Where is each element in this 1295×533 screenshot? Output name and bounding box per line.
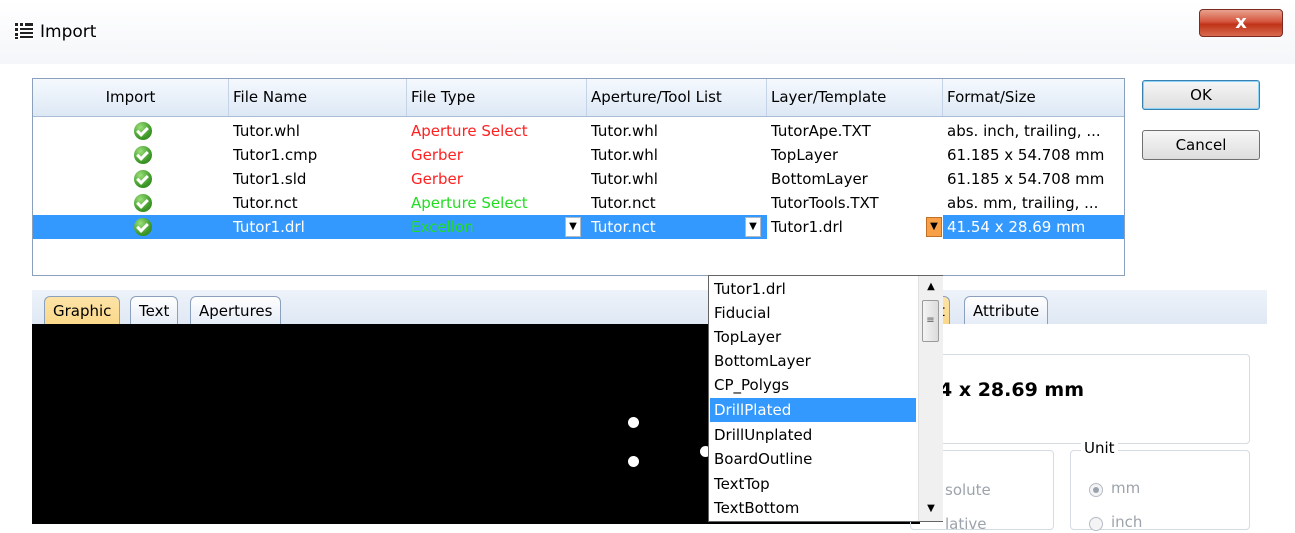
close-icon: x xyxy=(1235,12,1247,33)
unit-group-title: Unit xyxy=(1081,439,1118,457)
tab-text[interactable]: Text xyxy=(130,296,179,324)
check-icon[interactable] xyxy=(134,194,152,212)
unit-group: Unit mm inch xyxy=(1070,439,1250,531)
unit-mm-radio[interactable] xyxy=(1089,483,1103,497)
dropdown-item[interactable]: Tutor1.drl xyxy=(710,277,916,301)
ok-button[interactable]: OK xyxy=(1142,80,1260,110)
tool-list: Tutor.nct xyxy=(591,218,656,236)
check-icon[interactable] xyxy=(134,122,152,140)
header-file-type[interactable]: File Type xyxy=(407,79,587,116)
dropdown-item[interactable]: CP_Polygs xyxy=(710,373,916,397)
close-button[interactable]: x xyxy=(1199,9,1283,37)
size-value: 4 x 28.69 mm xyxy=(939,379,1085,401)
drill-hole xyxy=(628,456,639,467)
tab-graphic[interactable]: Graphic xyxy=(44,296,121,324)
grid-header: Import File Name File Type Aperture/Tool… xyxy=(33,79,1124,117)
file-name: Tutor.nct xyxy=(233,194,298,212)
file-type-dropdown-button[interactable]: ▼ xyxy=(565,217,581,237)
dropdown-scrollbar[interactable]: ▲ ≡ ▼ xyxy=(918,276,943,521)
check-icon[interactable] xyxy=(134,218,152,236)
tab-apertures[interactable]: Apertures xyxy=(190,296,282,324)
dropdown-item[interactable]: DrillUnplated xyxy=(710,423,916,447)
dropdown-item-selected[interactable]: DrillPlated xyxy=(710,398,916,422)
scroll-thumb[interactable]: ≡ xyxy=(922,300,939,342)
file-type: Aperture Select xyxy=(411,194,528,212)
tab-attribute[interactable]: Attribute xyxy=(964,296,1049,324)
size-group: / 4 x 28.69 mm xyxy=(910,343,1250,444)
dropdown-item[interactable]: TextBottom xyxy=(710,496,916,520)
layer-template-dropdown-button[interactable]: ▼ xyxy=(926,217,942,237)
layer-template: TutorApe.TXT xyxy=(771,122,871,140)
format-size: 61.185 x 54.708 mm xyxy=(947,146,1105,164)
dropdown-item[interactable]: Fiducial xyxy=(710,301,916,325)
file-type: Aperture Select xyxy=(411,122,528,140)
unit-inch-label: inch xyxy=(1111,513,1143,531)
absolute-label: solute xyxy=(945,481,991,499)
layer-template: TutorTools.TXT xyxy=(771,194,879,212)
tool-list-dropdown-button[interactable]: ▼ xyxy=(745,217,761,237)
tool-list: Tutor.whl xyxy=(591,146,658,164)
format-size: 61.185 x 54.708 mm xyxy=(947,170,1105,188)
format-size: 41.54 x 28.69 mm xyxy=(947,218,1086,236)
relative-label: lative xyxy=(945,515,987,533)
header-layer-template[interactable]: Layer/Template xyxy=(767,79,943,116)
layer-dropdown-list[interactable]: Tutor1.drl Fiducial TopLayer BottomLayer… xyxy=(708,275,943,522)
scroll-down-arrow-icon[interactable]: ▼ xyxy=(919,500,943,518)
file-type: Excellon xyxy=(411,218,474,236)
unit-mm-label: mm xyxy=(1111,479,1141,497)
header-aperture-tool-list[interactable]: Aperture/Tool List xyxy=(587,79,767,116)
table-row[interactable]: Tutor1.cmp Gerber Tutor.whl TopLayer 61.… xyxy=(33,143,1124,167)
app-icon xyxy=(14,22,34,40)
table-row[interactable]: Tutor1.sld Gerber Tutor.whl BottomLayer … xyxy=(33,167,1124,191)
window-title: Import xyxy=(40,22,97,42)
file-name: Tutor.whl xyxy=(233,122,300,140)
tool-list: Tutor.whl xyxy=(591,122,658,140)
header-format-size[interactable]: Format/Size xyxy=(943,79,1124,116)
table-row[interactable]: Tutor.nct Aperture Select Tutor.nct Tuto… xyxy=(33,191,1124,215)
file-name: Tutor1.drl xyxy=(233,218,305,236)
layer-template: TopLayer xyxy=(771,146,839,164)
check-icon[interactable] xyxy=(134,170,152,188)
unit-inch-radio[interactable] xyxy=(1089,517,1103,531)
scroll-up-arrow-icon[interactable]: ▲ xyxy=(919,278,943,296)
table-row[interactable]: Tutor.whl Aperture Select Tutor.whl Tuto… xyxy=(33,119,1124,143)
drill-hole xyxy=(628,417,639,428)
dropdown-item[interactable]: BottomLayer xyxy=(710,349,916,373)
tool-list: Tutor.nct xyxy=(591,194,656,212)
format-size: abs. mm, trailing, ... xyxy=(947,194,1099,212)
table-row-selected[interactable]: Tutor1.drl Excellon ▼ Tutor.nct ▼ Tutor1… xyxy=(33,215,1124,239)
cancel-button[interactable]: Cancel xyxy=(1142,130,1260,160)
properties-panel: / 4 x 28.69 mm solute lative Unit mm inc… xyxy=(910,324,1267,533)
dropdown-item[interactable]: TopLayer xyxy=(710,325,916,349)
layer-template-combo[interactable]: Tutor1.drl xyxy=(767,215,943,239)
file-name: Tutor1.sld xyxy=(233,170,307,188)
file-name: Tutor1.cmp xyxy=(233,146,318,164)
layer-template-value: Tutor1.drl xyxy=(771,218,843,236)
file-type: Gerber xyxy=(411,170,463,188)
file-type: Gerber xyxy=(411,146,463,164)
header-file-name[interactable]: File Name xyxy=(229,79,407,116)
dropdown-item[interactable]: BoardOutline xyxy=(710,447,916,471)
tool-list: Tutor.whl xyxy=(591,170,658,188)
tab-strip: Graphic Text Apertures t Attribute xyxy=(32,290,1267,325)
format-size: abs. inch, trailing, ... xyxy=(947,122,1101,140)
dropdown-item[interactable]: TextTop xyxy=(710,472,916,496)
layer-template: BottomLayer xyxy=(771,170,868,188)
check-icon[interactable] xyxy=(134,146,152,164)
header-import[interactable]: Import xyxy=(33,79,229,116)
file-grid: Import File Name File Type Aperture/Tool… xyxy=(32,78,1125,276)
title-bar: Import x xyxy=(0,0,1295,64)
